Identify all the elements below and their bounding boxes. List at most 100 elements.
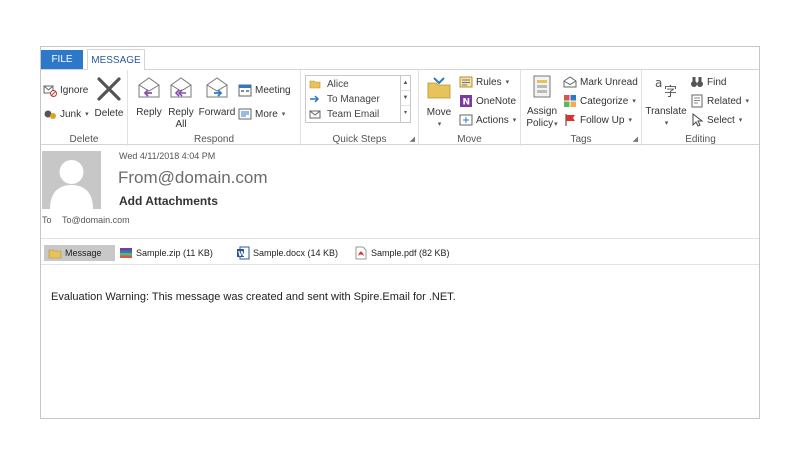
find-button[interactable]: Find (690, 74, 726, 90)
meeting-label: Meeting (255, 84, 291, 96)
pdf-file-icon (354, 246, 368, 260)
categorize-button[interactable]: Categorize ▾ (563, 93, 636, 109)
team-email-icon (309, 108, 323, 122)
related-label: Related (707, 95, 742, 107)
quick-step-label: Alice (327, 79, 349, 90)
assign-policy-icon (530, 74, 554, 104)
junk-button[interactable]: Junk ▾ (43, 106, 89, 122)
attachment-docx[interactable]: W Sample.docx (14 KB) (236, 245, 338, 261)
scroll-up-icon[interactable]: ▲ (401, 76, 410, 91)
quick-steps-scroll[interactable]: ▲ ▼ ▾ (400, 76, 410, 122)
group-quick-steps: Alice To Manager Team Email ▲ ▼ ▾ Quick … (301, 70, 419, 146)
delete-label: Delete (94, 108, 124, 119)
mark-unread-label: Mark Unread (580, 76, 638, 88)
quick-steps-gallery: Alice To Manager Team Email ▲ ▼ ▾ (305, 75, 411, 123)
assign-label-1: Assign (526, 106, 557, 117)
more-button[interactable]: More ▾ (238, 106, 285, 122)
quick-step-item[interactable]: Team Email (309, 107, 379, 122)
group-move: Move ▾ Rules ▾ N OneNote Actions ▾ Move (419, 70, 521, 146)
onenote-label: OneNote (476, 95, 517, 107)
reply-button[interactable]: Reply (134, 75, 164, 119)
sent-date: Wed 4/11/2018 4:04 PM (119, 151, 216, 161)
reply-icon (136, 75, 162, 105)
mark-unread-button[interactable]: Mark Unread (563, 74, 638, 90)
forward-button[interactable]: Forward (198, 75, 236, 119)
group-label-respond: Respond (193, 134, 235, 145)
actions-button[interactable]: Actions ▾ (459, 112, 516, 128)
attachment-message[interactable]: Message (44, 245, 115, 261)
cursor-icon (690, 112, 704, 127)
categorize-icon (563, 94, 577, 108)
group-label-tags: Tags (570, 134, 592, 145)
ignore-button[interactable]: Ignore (43, 82, 88, 98)
reply-all-label-2: All (175, 119, 187, 130)
related-button[interactable]: Related ▾ (690, 93, 749, 109)
ribbon: Ignore Junk ▾ Delete Delete Reply Reply … (41, 69, 759, 146)
group-label-delete: Delete (69, 134, 99, 145)
dialog-launcher-icon[interactable]: ◢ (633, 135, 638, 143)
quick-step-label: To Manager (327, 94, 380, 105)
tab-message[interactable]: MESSAGE (87, 49, 145, 70)
find-label: Find (707, 76, 727, 88)
attachment-name: Message (65, 248, 102, 258)
select-label: Select (707, 114, 735, 126)
group-delete: Ignore Junk ▾ Delete Delete (41, 70, 128, 146)
ignore-icon (43, 83, 57, 97)
junk-icon (43, 107, 57, 121)
flag-icon (563, 113, 577, 127)
dialog-launcher-icon[interactable]: ◢ (410, 135, 415, 143)
delete-button[interactable]: Delete (93, 76, 125, 120)
mark-unread-icon (563, 75, 577, 89)
svg-text:W: W (238, 250, 246, 258)
chevron-down-icon: ▾ (664, 120, 669, 127)
chevron-down-icon: ▾ (281, 111, 286, 118)
zip-file-icon (119, 246, 133, 260)
chevron-down-icon: ▾ (745, 98, 749, 105)
attachment-pdf[interactable]: Sample.pdf (82 KB) (354, 245, 450, 261)
recipient-address[interactable]: To@domain.com (62, 215, 130, 225)
meeting-icon (238, 83, 252, 97)
quick-step-item[interactable]: Alice (309, 77, 349, 92)
sender-address[interactable]: From@domain.com (118, 168, 268, 188)
forward-label: Forward (198, 107, 236, 118)
assign-label-2-wrap: Policy▾ (526, 118, 557, 131)
chevron-down-icon: ▾ (738, 117, 743, 124)
svg-text:字: 字 (664, 85, 677, 100)
translate-label: Translate (645, 106, 687, 117)
expand-gallery-icon[interactable]: ▾ (401, 106, 410, 121)
meeting-button[interactable]: Meeting (238, 82, 291, 98)
quick-step-item[interactable]: To Manager (309, 92, 380, 107)
group-editing: a字 Translate ▾ Find Related ▾ Select ▾ E… (642, 70, 759, 146)
svg-text:N: N (463, 98, 471, 108)
scroll-down-icon[interactable]: ▼ (401, 91, 410, 106)
attachment-name: Sample.zip (11 KB) (136, 248, 213, 258)
subject: Add Attachments (119, 194, 218, 208)
translate-button[interactable]: a字 Translate ▾ (645, 74, 687, 130)
move-button[interactable]: Move ▾ (423, 75, 455, 131)
ignore-label: Ignore (60, 84, 89, 96)
ribbon-tabs: FILE MESSAGE (41, 47, 759, 70)
avatar (42, 151, 101, 209)
reply-all-button[interactable]: Reply All (166, 75, 196, 131)
delete-icon (96, 76, 122, 106)
chevron-down-icon: ▾ (85, 111, 89, 118)
follow-up-button[interactable]: Follow Up ▾ (563, 112, 632, 128)
reply-all-icon (168, 75, 194, 105)
translate-icon: a字 (653, 74, 679, 104)
message-body: Evaluation Warning: This message was cre… (51, 291, 456, 303)
reply-label: Reply (136, 107, 162, 118)
group-label-quick-steps: Quick Steps (332, 134, 387, 145)
chevron-down-icon: ▾ (632, 98, 636, 105)
actions-label: Actions (476, 114, 509, 126)
forward-icon (204, 75, 230, 105)
assign-policy-button[interactable]: Assign Policy▾ (525, 74, 559, 131)
to-label: To (42, 215, 52, 225)
chevron-down-icon: ▾ (554, 121, 558, 128)
attachment-zip[interactable]: Sample.zip (11 KB) (119, 245, 213, 261)
onenote-button[interactable]: N OneNote (459, 93, 516, 109)
rules-button[interactable]: Rules ▾ (459, 74, 509, 90)
select-button[interactable]: Select ▾ (690, 112, 742, 128)
move-label: Move (426, 107, 452, 118)
group-tags: Assign Policy▾ Mark Unread Categorize▾ (521, 70, 642, 146)
tab-file[interactable]: FILE (41, 50, 83, 69)
